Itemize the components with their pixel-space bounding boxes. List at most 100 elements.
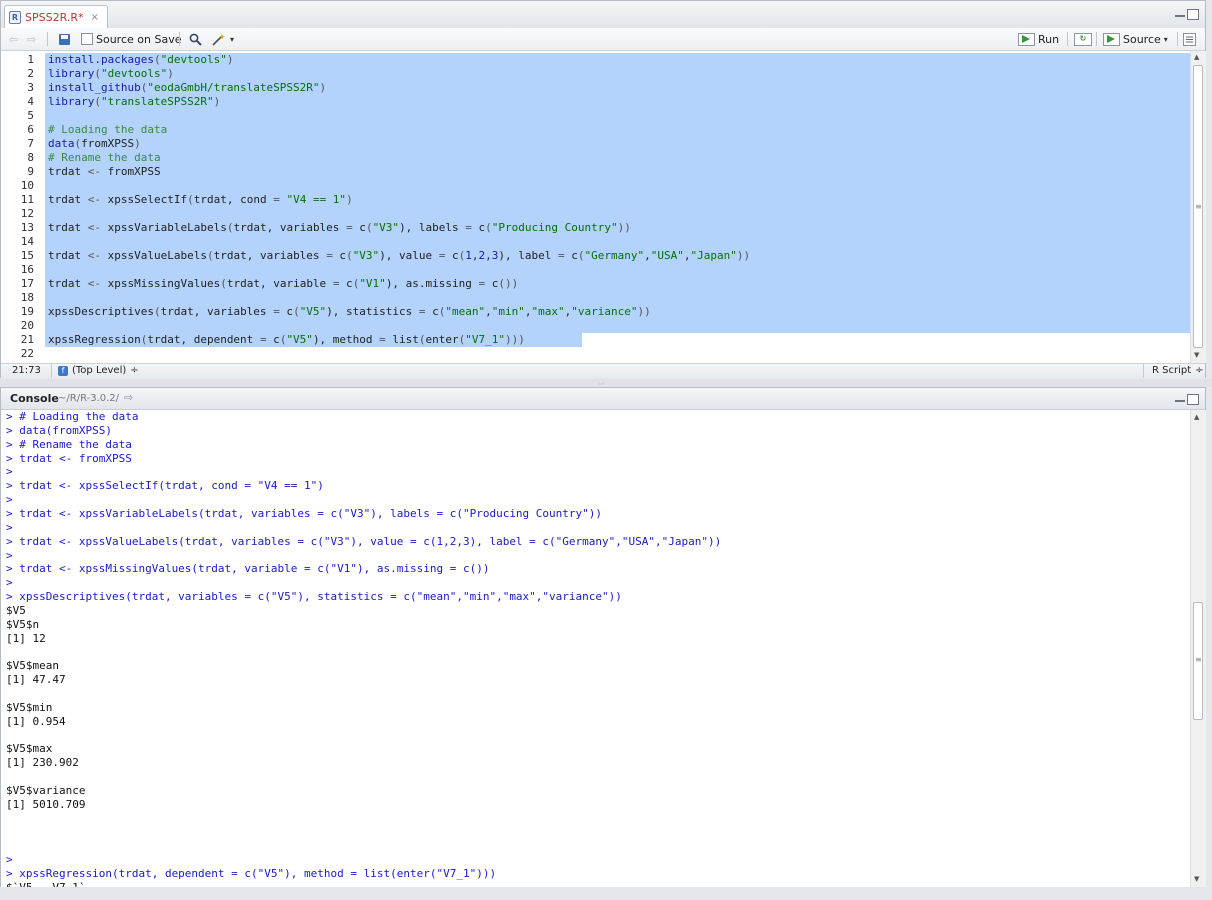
code-line[interactable]: 5 bbox=[1, 109, 1190, 123]
scroll-up-icon[interactable]: ▲ bbox=[1194, 53, 1199, 61]
scope-dropdown[interactable]: f (Top Level) ÷ bbox=[58, 365, 139, 376]
editor-toolbar: ⇦ ⇨ Source on Save ▾ Run ↻ Source ▾ bbox=[1, 28, 1205, 51]
code-line[interactable]: 14 bbox=[1, 235, 1190, 249]
console-output-line: $V5$variance bbox=[6, 783, 86, 797]
code-token: c bbox=[352, 221, 366, 234]
forward-arrow-icon[interactable]: ⇨ bbox=[27, 31, 36, 47]
code-token: "V3" bbox=[352, 249, 380, 262]
code-token: "translateSPSS2R" bbox=[100, 95, 214, 108]
editor-tab-bar: R SPSS2R.R* × bbox=[1, 1, 1205, 29]
code-line[interactable]: 17 trdat <- xpssMissingValues(trdat, vari… bbox=[1, 277, 1190, 291]
code-line[interactable]: 9 trdat <- fromXPSS bbox=[1, 165, 1190, 179]
go-to-directory-icon[interactable]: ⇨ bbox=[124, 391, 133, 404]
cursor-position: 21:73 bbox=[12, 365, 41, 376]
code-token: ( bbox=[153, 53, 161, 66]
run-icon bbox=[1018, 32, 1035, 46]
line-number: 5 bbox=[27, 109, 34, 122]
code-token: xpssSelectIf bbox=[101, 193, 188, 206]
code-line[interactable]: 18 bbox=[1, 291, 1190, 305]
pane-splitter[interactable]: ⋯ bbox=[0, 379, 1212, 388]
file-type-dropdown[interactable]: R Script ÷ bbox=[1152, 365, 1204, 376]
code-editor[interactable]: 1 install.packages("devtools") 2 library("d… bbox=[1, 51, 1190, 363]
code-line[interactable]: 19 xpssDescriptives(trdat, variables = c(… bbox=[1, 305, 1190, 319]
source-on-save-checkbox[interactable] bbox=[81, 33, 93, 45]
line-number: 1 bbox=[27, 53, 34, 66]
code-token: xpssDescriptives bbox=[48, 305, 154, 318]
code-token: fromXPSS bbox=[81, 137, 135, 150]
scroll-up-icon[interactable]: ▲ bbox=[1194, 413, 1199, 421]
code-token: ( bbox=[346, 249, 353, 262]
editor-window-controls bbox=[1175, 9, 1199, 20]
console-title: Console bbox=[10, 392, 59, 405]
console-output-line: [1] 5010.709 bbox=[6, 797, 86, 811]
code-line[interactable]: 8 # Rename the data bbox=[1, 151, 1190, 165]
maximize-pane-icon[interactable] bbox=[1187, 9, 1199, 20]
chevron-down-icon[interactable]: ▾ bbox=[1164, 35, 1168, 44]
save-button[interactable] bbox=[59, 31, 70, 47]
code-text: trdat <- xpssValueLabels(trdat, variable… bbox=[48, 249, 750, 263]
editor-scrollbar[interactable]: ▲ ≡ ▼ bbox=[1190, 51, 1206, 363]
console-pane: Console ~/R/R-3.0.2/ ⇨ > # Loading the d… bbox=[0, 387, 1206, 887]
minimize-pane-icon[interactable] bbox=[1175, 397, 1185, 402]
maximize-pane-icon[interactable] bbox=[1187, 394, 1199, 405]
find-replace-button[interactable] bbox=[189, 31, 202, 47]
console-header: Console ~/R/R-3.0.2/ ⇨ bbox=[1, 388, 1205, 410]
code-line[interactable]: 6 # Loading the data bbox=[1, 123, 1190, 137]
code-line[interactable]: 11 trdat <- xpssSelectIf(trdat, cond = "V… bbox=[1, 193, 1190, 207]
editor-scroll-thumb[interactable]: ≡ bbox=[1193, 65, 1203, 348]
code-token: )) bbox=[617, 221, 631, 234]
code-line[interactable]: 1 install.packages("devtools") bbox=[1, 53, 1190, 67]
code-token: <- bbox=[87, 221, 101, 234]
code-token: xpssValueLabels bbox=[101, 249, 207, 262]
code-line[interactable]: 4 library("translateSPSS2R") bbox=[1, 95, 1190, 109]
code-token: trdat, cond bbox=[193, 193, 274, 206]
source-button[interactable]: Source ▾ bbox=[1103, 31, 1168, 47]
run-button[interactable]: Run bbox=[1018, 31, 1059, 47]
outline-icon bbox=[1183, 32, 1196, 46]
code-line[interactable]: 12 bbox=[1, 207, 1190, 221]
console-output-line: [1] 230.902 bbox=[6, 756, 79, 770]
code-token: ), labels bbox=[399, 221, 466, 234]
code-token: # Loading the data bbox=[48, 123, 168, 136]
code-token: = bbox=[379, 333, 386, 346]
code-token: trdat bbox=[48, 193, 88, 206]
close-tab-icon[interactable]: × bbox=[90, 12, 98, 23]
console-scrollbar[interactable]: ▲ ≡ ▼ bbox=[1190, 410, 1206, 887]
console-scroll-thumb[interactable]: ≡ bbox=[1193, 602, 1203, 720]
code-line[interactable]: 3 install_github("eodaGmbH/translateSPSS2… bbox=[1, 81, 1190, 95]
document-outline-button[interactable] bbox=[1183, 31, 1196, 47]
code-line[interactable]: 16 bbox=[1, 263, 1190, 277]
scroll-down-icon[interactable]: ▼ bbox=[1194, 351, 1199, 359]
rerun-button[interactable]: ↻ bbox=[1074, 31, 1092, 47]
minimize-pane-icon[interactable] bbox=[1175, 12, 1185, 17]
code-tools-button[interactable]: ▾ bbox=[211, 31, 234, 47]
console-output-line: $V5$min bbox=[6, 700, 53, 714]
code-token: "Germany" bbox=[584, 249, 645, 262]
code-line[interactable]: 22 bbox=[1, 347, 1190, 361]
line-number: 22 bbox=[20, 347, 34, 360]
code-line[interactable]: 13 trdat <- xpssVariableLabels (trdat, var… bbox=[1, 221, 1190, 235]
code-token: fromXPSS bbox=[101, 165, 161, 178]
r-file-icon: R bbox=[9, 10, 21, 24]
code-line[interactable]: 21 xpssRegression(trdat, dependent = c("V… bbox=[1, 333, 1190, 347]
editor-tab-spss2r[interactable]: R SPSS2R.R* × bbox=[4, 5, 108, 28]
code-token: , bbox=[485, 305, 492, 318]
code-line[interactable]: 7 data(fromXPSS) bbox=[1, 137, 1190, 151]
console-working-directory: ~/R/R-3.0.2/ bbox=[58, 393, 120, 404]
code-token: "eodaGmbH/translateSPSS2R" bbox=[147, 81, 320, 94]
code-line[interactable]: 10 bbox=[1, 179, 1190, 193]
code-token: "min" bbox=[491, 305, 525, 318]
console-output-line: $V5$mean bbox=[6, 659, 59, 673]
code-token: = bbox=[418, 305, 426, 318]
scroll-down-icon[interactable]: ▼ bbox=[1194, 875, 1199, 883]
back-arrow-icon[interactable]: ⇦ bbox=[9, 31, 18, 47]
console-output[interactable]: > # Loading the data > data(fromXPSS) > # … bbox=[1, 410, 1190, 887]
code-token: # Rename the data bbox=[48, 151, 161, 164]
code-token: "V4 == 1" bbox=[286, 193, 347, 206]
code-token: trdat bbox=[48, 165, 88, 178]
code-line[interactable]: 2 library("devtools") bbox=[1, 67, 1190, 81]
code-token: library bbox=[48, 95, 95, 108]
code-line[interactable]: 20 bbox=[1, 319, 1190, 333]
code-line[interactable]: 15 trdat <- xpssValueLabels(trdat, variab… bbox=[1, 249, 1190, 263]
source-on-save-toggle[interactable]: Source on Save bbox=[81, 31, 181, 47]
